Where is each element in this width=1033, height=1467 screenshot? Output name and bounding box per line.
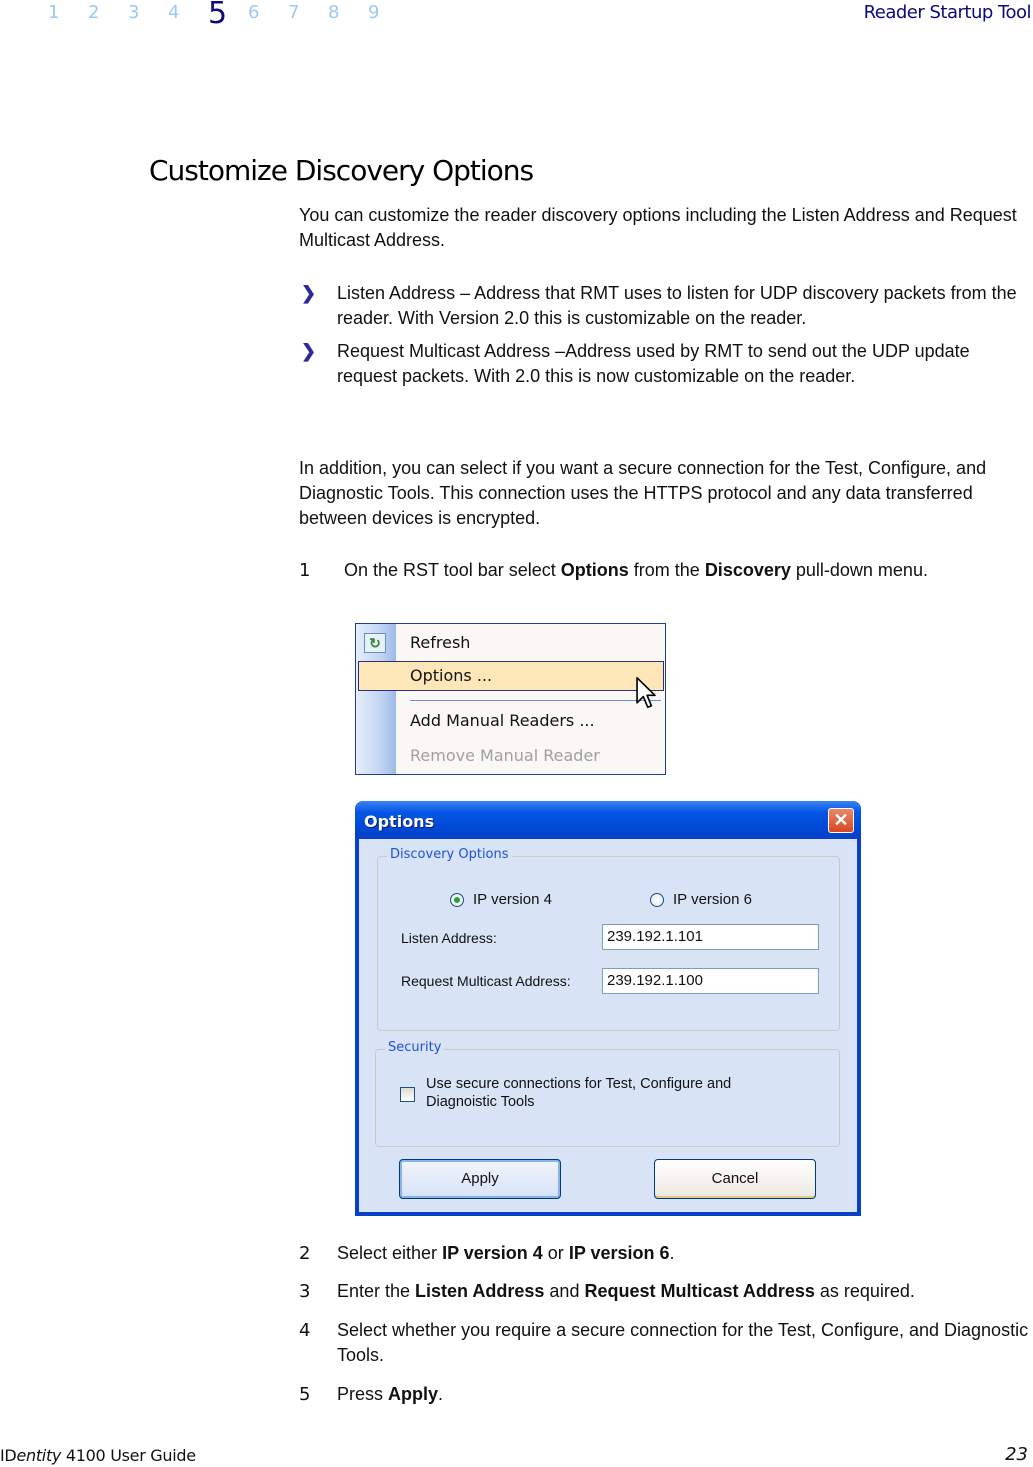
step-number: 5	[299, 1384, 311, 1405]
radio-ip-version-6[interactable]: IP version 6	[650, 891, 752, 908]
chapter-8-link[interactable]: 8	[328, 0, 368, 26]
group-legend: Security	[385, 1040, 445, 1055]
bullet-item: ❯ Request Multicast Address –Address use…	[299, 339, 1029, 389]
menu-item-refresh[interactable]: Refresh	[410, 628, 470, 658]
chapter-7-link[interactable]: 7	[288, 0, 328, 26]
dialog-titlebar[interactable]: Options ✕	[355, 801, 861, 839]
step-number: 3	[299, 1281, 311, 1302]
step-text: On the RST tool bar select Options from …	[344, 560, 928, 580]
request-multicast-address-label: Request Multicast Address:	[401, 973, 571, 989]
step-5: 5 Press Apply.	[299, 1382, 1029, 1407]
bullet-text: Request Multicast Address –Address used …	[337, 341, 970, 386]
radio-ip-version-4[interactable]: IP version 4	[450, 891, 552, 908]
radio-button-selected[interactable]	[450, 892, 464, 907]
chapter-9-link[interactable]: 9	[368, 0, 408, 26]
section-title: Customize Discovery Options	[149, 154, 534, 187]
chapter-navigation: 1 2 3 4 5 6 7 8 9	[48, 0, 408, 36]
mouse-cursor-icon	[636, 676, 656, 709]
group-legend: Discovery Options	[387, 847, 512, 862]
dialog-body: Discovery Options IP version 4 IP versio…	[359, 839, 857, 1212]
step-4: 4 Select whether you require a secure co…	[299, 1318, 1029, 1368]
step-1: 1 On the RST tool bar select Options fro…	[299, 558, 1029, 583]
listen-address-label: Listen Address:	[401, 930, 497, 946]
chapter-4-link[interactable]: 4	[168, 0, 208, 26]
menu-item-add-manual-readers[interactable]: Add Manual Readers ...	[410, 706, 595, 736]
cancel-button[interactable]: Cancel	[654, 1159, 816, 1199]
secure-connections-checkbox[interactable]	[400, 1087, 415, 1102]
refresh-icon: ↻	[364, 633, 386, 653]
step-number: 2	[299, 1243, 311, 1264]
step-number: 1	[299, 560, 311, 581]
page-number: 23	[1005, 1444, 1028, 1465]
radio-label: IP version 4	[473, 891, 552, 908]
chapter-1-link[interactable]: 1	[48, 0, 88, 26]
security-group: Security Use secure connections for Test…	[375, 1040, 840, 1147]
footer-product-name: IDentity 4100 User Guide	[0, 1446, 196, 1465]
chapter-2-link[interactable]: 2	[88, 0, 128, 26]
listen-address-input[interactable]: 239.192.1.101	[602, 924, 819, 950]
options-dialog: Options ✕ Discovery Options IP version 4…	[355, 801, 861, 1216]
chevron-right-icon: ❯	[301, 283, 317, 303]
menu-item-options[interactable]: Options ...	[410, 661, 492, 691]
bullet-item: ❯ Listen Address – Address that RMT uses…	[299, 281, 1029, 331]
step-3: 3 Enter the Listen Address and Request M…	[299, 1279, 1029, 1304]
discovery-menu-screenshot: ↻ Refresh Options ... Add Manual Readers…	[355, 623, 666, 775]
secure-connections-label[interactable]: Use secure connections for Test, Configu…	[426, 1075, 806, 1111]
chevron-right-icon: ❯	[301, 341, 317, 361]
running-header-section: Reader Startup Tool	[863, 2, 1032, 23]
apply-button[interactable]: Apply	[399, 1159, 561, 1199]
chapter-3-link[interactable]: 3	[128, 0, 168, 26]
radio-label: IP version 6	[673, 891, 752, 908]
menu-separator	[410, 700, 661, 701]
close-button[interactable]: ✕	[828, 808, 854, 833]
dialog-title: Options	[364, 812, 435, 831]
step-text: Select whether you require a secure conn…	[337, 1320, 1029, 1365]
menu-item-remove-manual-reader: Remove Manual Reader	[410, 746, 600, 765]
step-text: Select either IP version 4 or IP version…	[337, 1243, 675, 1263]
step-text: Enter the Listen Address and Request Mul…	[337, 1281, 915, 1301]
menu-item-highlight	[358, 661, 664, 691]
bullet-text: Listen Address – Address that RMT uses t…	[337, 283, 1017, 328]
intro-paragraph: You can customize the reader discovery o…	[299, 205, 1017, 250]
discovery-options-group: Discovery Options IP version 4 IP versio…	[377, 847, 840, 1031]
chapter-5-current[interactable]: 5	[208, 0, 248, 29]
step-text: Press Apply.	[337, 1384, 444, 1404]
close-icon: ✕	[833, 810, 849, 830]
radio-button[interactable]	[650, 892, 664, 907]
bullet-list: ❯ Listen Address – Address that RMT uses…	[299, 281, 1029, 397]
step-number: 4	[299, 1320, 311, 1341]
step-2: 2 Select either IP version 4 or IP versi…	[299, 1241, 1029, 1266]
request-multicast-address-input[interactable]: 239.192.1.100	[602, 968, 819, 994]
chapter-6-link[interactable]: 6	[248, 0, 288, 26]
secure-connection-paragraph: In addition, you can select if you want …	[299, 458, 987, 528]
